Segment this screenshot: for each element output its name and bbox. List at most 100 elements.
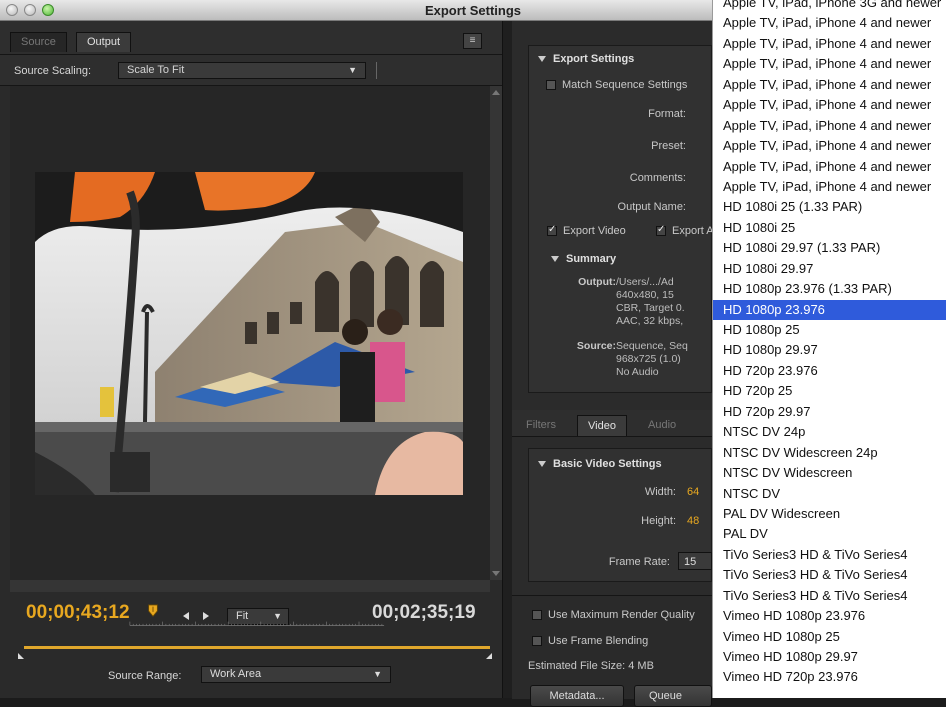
scroll-up-icon[interactable] (492, 90, 500, 95)
frame-blending-checkbox[interactable]: Use Frame Blending (532, 635, 648, 647)
preset-menu-item[interactable]: HD 1080i 25 (713, 218, 946, 238)
preset-menu-item[interactable]: Vimeo HD 1080p 25 (713, 627, 946, 647)
preview-image (35, 172, 463, 495)
summary-source-line: 968x725 (1.0) (616, 353, 681, 365)
preset-menu-item[interactable]: Vimeo HD 720p 23.976 (713, 667, 946, 687)
range-out-handle[interactable] (486, 653, 492, 659)
match-sequence-checkbox[interactable]: Match Sequence Settings (546, 79, 687, 91)
height-label: Height: (641, 515, 676, 527)
checkbox-icon (547, 224, 557, 237)
summary-output-line: CBR, Target 0. (616, 302, 685, 314)
source-range-label: Source Range: (108, 670, 182, 682)
checkbox-icon (532, 610, 542, 621)
tab-source[interactable]: Source (10, 32, 67, 52)
metadata-button[interactable]: Metadata... (530, 685, 624, 707)
preset-menu-item[interactable]: NTSC DV Widescreen (713, 463, 946, 483)
preset-menu-item[interactable]: TiVo Series3 HD & TiVo Series4 (713, 586, 946, 606)
preset-menu-item[interactable]: Apple TV, iPad, iPhone 3G and newer (713, 0, 946, 13)
height-value[interactable]: 48 (687, 515, 712, 527)
set-out-point-icon[interactable] (203, 612, 209, 620)
work-area-range-bar[interactable] (24, 646, 490, 649)
frame-rate-select[interactable]: 15 (678, 552, 712, 570)
format-label: Format: (648, 108, 686, 120)
summary-header[interactable]: Summary (551, 253, 616, 265)
disclosure-triangle-icon (538, 461, 546, 468)
preset-menu-item[interactable]: HD 1080p 25 (713, 320, 946, 340)
preset-menu-item[interactable]: Apple TV, iPad, iPhone 4 and newer (713, 13, 946, 33)
preset-menu-item[interactable]: Apple TV, iPad, iPhone 4 and newer (713, 54, 946, 74)
export-audio-checkbox[interactable]: Export Audio (656, 225, 712, 237)
max-render-quality-checkbox[interactable]: Use Maximum Render Quality (532, 609, 712, 621)
preset-menu-item[interactable]: NTSC DV (713, 484, 946, 504)
source-scaling-label: Source Scaling: (14, 65, 92, 77)
preset-menu-item[interactable]: HD 720p 29.97 (713, 402, 946, 422)
basic-video-settings-header[interactable]: Basic Video Settings (538, 458, 662, 470)
export-settings-header[interactable]: Export Settings (538, 53, 634, 65)
source-range-value: Work Area (210, 668, 262, 680)
range-in-handle[interactable] (18, 653, 24, 659)
preset-menu-item-selected[interactable]: HD 1080p 23.976 (713, 299, 946, 320)
preset-menu-item[interactable]: HD 720p 25 (713, 381, 946, 401)
preset-menu-item[interactable]: HD 1080p 29.97 (713, 340, 946, 360)
summary-source-line: No Audio (616, 366, 659, 378)
video-preview-frame (35, 172, 463, 495)
preset-menu-item[interactable]: PAL DV (713, 524, 946, 544)
summary-output-details: /Users/.../Ad 640x480, 15 CBR, Target 0.… (616, 276, 712, 328)
preset-menu-item[interactable]: Apple TV, iPad, iPhone 4 and newer (713, 95, 946, 115)
preset-menu-item[interactable]: Apple TV, iPad, iPhone 4 and newer (713, 136, 946, 156)
preset-menu-item[interactable]: PAL DV Widescreen (713, 504, 946, 524)
preset-menu-item[interactable]: TiVo Series3 HD & TiVo Series4 (713, 545, 946, 565)
chevron-down-icon: ▼ (348, 65, 357, 75)
panel-menu-icon[interactable]: ≡ (463, 33, 482, 49)
preset-label: Preset: (651, 140, 686, 152)
set-in-point-icon[interactable] (183, 612, 189, 620)
preset-menu-item[interactable]: HD 720p 23.976 (713, 361, 946, 381)
summary-source-details: Sequence, Seq 968x725 (1.0) No Audio (616, 340, 712, 379)
estimated-file-size: Estimated File Size: 4 MB (528, 660, 654, 672)
preset-menu-item[interactable]: HD 1080p 23.976 (1.33 PAR) (713, 279, 946, 299)
tab-video[interactable]: Video (577, 415, 627, 436)
checkbox-icon (656, 225, 666, 237)
source-scaling-value: Scale To Fit (127, 64, 185, 76)
preset-menu-item[interactable]: Vimeo HD 1080p 29.97 (713, 647, 946, 667)
tab-output[interactable]: Output (76, 32, 132, 52)
toolbar-divider (376, 62, 377, 79)
preset-menu-item[interactable]: NTSC DV Widescreen 24p (713, 443, 946, 463)
preset-menu-item[interactable]: Apple TV, iPad, iPhone 4 and newer (713, 157, 946, 177)
tab-filters[interactable]: Filters (516, 415, 566, 435)
preset-menu-item[interactable]: Apple TV, iPad, iPhone 4 and newer (713, 75, 946, 95)
preset-menu-item[interactable]: Apple TV, iPad, iPhone 4 and newer (713, 116, 946, 136)
preset-menu-item[interactable]: Vimeo HD 1080p 23.976 (713, 606, 946, 626)
summary-output-line: AAC, 32 kbps, (616, 315, 684, 327)
frame-rate-label: Frame Rate: (608, 556, 670, 568)
preview-tab-bar: Source Output (0, 21, 502, 55)
preset-menu-item[interactable]: Apple TV, iPad, iPhone 4 and newer (713, 177, 946, 197)
preset-menu-item[interactable]: HD 1080i 25 (1.33 PAR) (713, 197, 946, 217)
source-range-select[interactable]: Work Area ▼ (201, 666, 391, 683)
disclosure-triangle-icon (538, 56, 546, 63)
checkbox-icon (546, 80, 556, 91)
preset-dropdown-menu[interactable]: Apple TV, iPad, iPhone 3G and newer Apple… (712, 0, 946, 698)
summary-source-line: Sequence, Seq (616, 340, 688, 352)
vertical-scrollbar[interactable] (490, 86, 502, 580)
export-video-checkbox[interactable]: Export Video (547, 224, 626, 237)
output-name-label: Output Name: (617, 201, 686, 213)
chevron-down-icon: ▼ (373, 669, 382, 679)
scroll-down-icon[interactable] (492, 571, 500, 576)
summary-output-line: /Users/.../Ad (616, 276, 674, 288)
time-ruler[interactable] (24, 620, 490, 632)
tab-audio[interactable]: Audio (638, 415, 686, 435)
horizontal-scrollbar[interactable] (10, 580, 490, 592)
comments-label: Comments: (629, 172, 686, 184)
summary-output-line: 640x480, 15 (616, 289, 674, 301)
summary-source-label: Source: (576, 340, 616, 352)
preset-menu-item[interactable]: HD 1080i 29.97 (1.33 PAR) (713, 238, 946, 258)
preset-menu-item[interactable]: HD 1080i 29.97 (713, 259, 946, 279)
preset-menu-item[interactable]: Apple TV, iPad, iPhone 4 and newer (713, 34, 946, 54)
queue-button[interactable]: Queue (634, 685, 712, 707)
playhead-marker[interactable] (147, 604, 159, 618)
preset-menu-item[interactable]: TiVo Series3 HD & TiVo Series4 (713, 565, 946, 585)
width-value[interactable]: 64 (687, 486, 712, 498)
source-scaling-select[interactable]: Scale To Fit ▼ (118, 62, 366, 79)
preset-menu-item[interactable]: NTSC DV 24p (713, 422, 946, 442)
